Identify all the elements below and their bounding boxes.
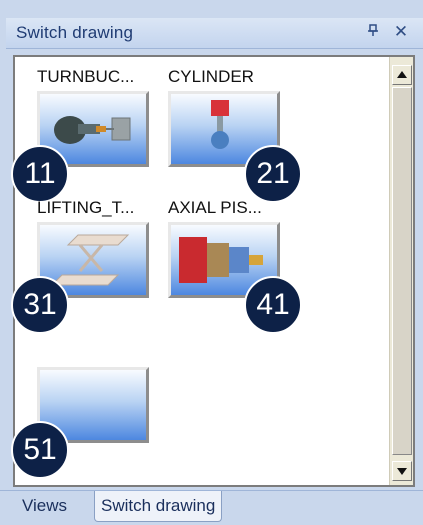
panel-titlebar: Switch drawing ✕ <box>6 18 423 49</box>
tab-views[interactable]: Views <box>16 491 73 521</box>
close-icon[interactable]: ✕ <box>390 21 412 43</box>
drawing-number-badge: 31 <box>11 276 69 334</box>
drawing-number-badge: 51 <box>11 421 69 479</box>
scroll-up-button[interactable] <box>392 65 412 85</box>
drawing-item-turnbuckle[interactable]: TURNBUC... 11 <box>11 67 167 203</box>
pin-icon[interactable] <box>362 21 384 43</box>
panel-title: Switch drawing <box>16 23 134 42</box>
drawing-item-axial-piston[interactable]: AXIAL PIS... 41 <box>168 198 302 334</box>
drawing-number-badge: 21 <box>244 145 302 203</box>
vertical-scrollbar[interactable] <box>389 57 413 485</box>
drawing-number-badge: 41 <box>244 276 302 334</box>
drawing-item-label: LIFTING_T... <box>37 198 135 217</box>
drawing-item-lifting-table[interactable]: LIFTING_T... 31 <box>11 198 167 334</box>
switch-drawing-panel: Switch drawing ✕ TURNBUC... 11 CYLINDER … <box>0 0 423 525</box>
drawing-item-cylinder[interactable]: CYLINDER 21 <box>168 67 302 203</box>
drawing-number-badge: 11 <box>11 145 69 203</box>
drawing-item-label: TURNBUC... <box>37 67 135 86</box>
tab-switch-drawing[interactable]: Switch drawing <box>94 491 223 522</box>
drawing-item-label: AXIAL PIS... <box>168 198 262 217</box>
panel-tabs: Views Switch drawing <box>0 490 423 525</box>
chevron-up-icon <box>397 71 407 78</box>
scroll-down-button[interactable] <box>392 461 412 481</box>
scrollbar-thumb[interactable] <box>392 87 412 455</box>
drawing-list: TURNBUC... 11 CYLINDER 21 LIFTING_T... 3… <box>11 55 415 487</box>
drawing-item-empty[interactable]: 51 <box>11 343 167 479</box>
chevron-down-icon <box>397 468 407 475</box>
drawing-item-label: CYLINDER <box>168 67 254 86</box>
